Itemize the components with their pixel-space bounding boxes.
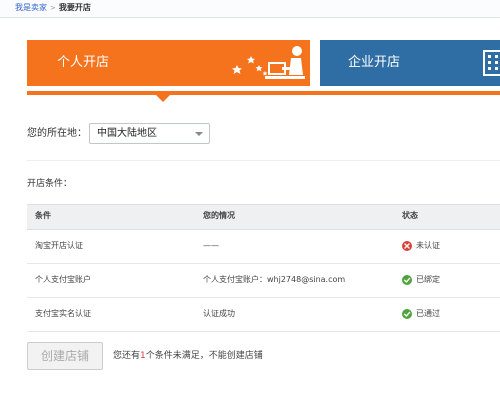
breadcrumb-current: 我要开店 xyxy=(58,3,91,12)
create-store-button[interactable]: 创建店铺 xyxy=(27,342,103,370)
tab-personal-store-label: 个人开店 xyxy=(57,55,110,70)
conditions-table: 条件 您的情况 状态 淘宝开店认证 —— 未认证 个人支付宝账户 个人支付宝账户… xyxy=(27,204,500,332)
table-row: 支付宝实名认证 认证成功 已通过 xyxy=(27,298,500,332)
checkmark-icon xyxy=(402,275,412,285)
status-text: 已通过 xyxy=(416,309,440,318)
table-row: 个人支付宝账户 个人支付宝账户：whj2748@sina.com 已绑定 xyxy=(27,264,500,298)
situation-cell: 认证成功 xyxy=(203,309,235,318)
table-row: 淘宝开店认证 —— 未认证 xyxy=(27,230,500,264)
notice-text-before: 您还有 xyxy=(113,351,141,361)
breadcrumb-separator: > xyxy=(50,4,56,12)
condition-cell: 支付宝实名认证 xyxy=(35,309,91,318)
condition-cell: 淘宝开店认证 xyxy=(35,241,83,250)
table-header: 条件 您的情况 状态 xyxy=(27,204,500,230)
breadcrumb: 我是卖家 > 我要开店 xyxy=(15,2,91,14)
location-select[interactable]: 中国大陆地区 xyxy=(89,123,210,144)
column-header-condition: 条件 xyxy=(35,211,51,220)
tab-underline xyxy=(27,91,500,95)
status-text: 未认证 xyxy=(416,241,440,250)
condition-cell: 个人支付宝账户 xyxy=(35,275,91,284)
column-header-status: 状态 xyxy=(402,211,418,220)
notice-text-after: 个条件未满足，不能创建店铺 xyxy=(145,351,263,361)
person-at-desk-icon xyxy=(232,46,305,79)
breadcrumb-seller-link[interactable]: 我是卖家 xyxy=(15,3,47,12)
chevron-down-icon xyxy=(195,132,203,136)
checkmark-icon xyxy=(402,309,412,319)
error-x-icon xyxy=(402,241,412,251)
status-cell: 未认证 xyxy=(402,240,440,252)
tab-business-store[interactable]: 企业开店 xyxy=(320,40,500,86)
breadcrumb-bar: 我是卖家 > 我要开店 xyxy=(0,0,500,18)
status-cell: 已通过 xyxy=(402,308,440,320)
location-label: 您的所在地： xyxy=(27,128,87,139)
situation-cell: —— xyxy=(203,241,219,250)
active-tab-pointer xyxy=(156,95,170,102)
section-divider xyxy=(27,160,500,161)
unmet-conditions-notice: 您还有1个条件未满足，不能创建店铺 xyxy=(113,350,263,363)
status-cell: 已绑定 xyxy=(402,274,440,286)
tab-personal-store[interactable]: 个人开店 xyxy=(27,40,310,86)
tab-business-store-label: 企业开店 xyxy=(348,55,401,70)
status-text: 已绑定 xyxy=(416,275,440,284)
column-header-situation: 您的情况 xyxy=(203,211,235,220)
building-icon xyxy=(483,50,500,76)
situation-cell: 个人支付宝账户：whj2748@sina.com xyxy=(203,275,346,284)
conditions-title: 开店条件： xyxy=(27,179,73,189)
location-select-value: 中国大陆地区 xyxy=(97,128,157,139)
